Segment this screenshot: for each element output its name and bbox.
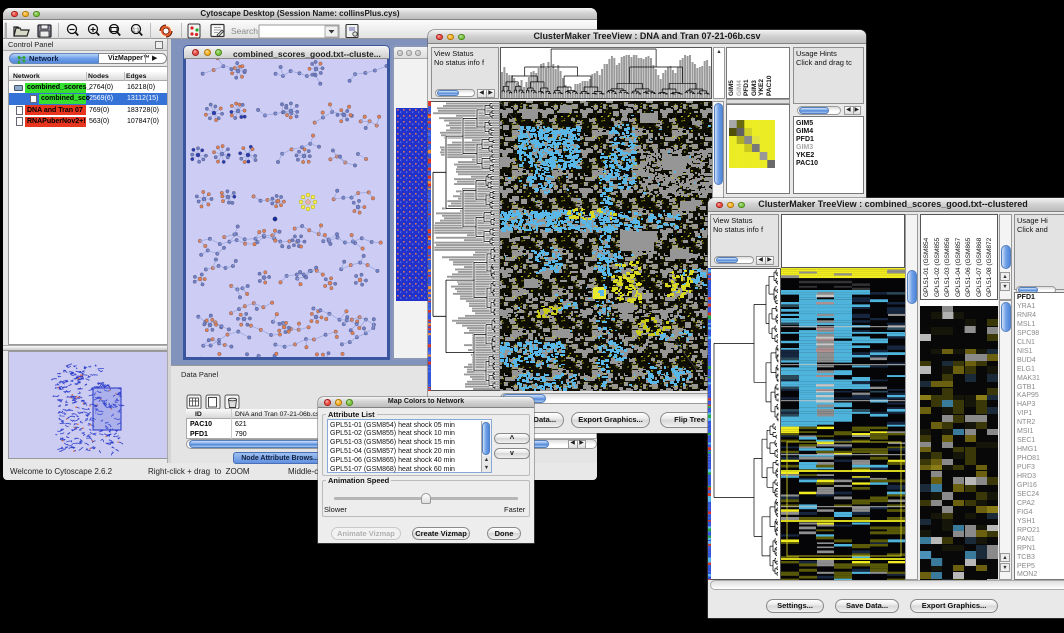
svg-text:1:1: 1:1 xyxy=(133,28,140,34)
svg-text:Search:: Search: xyxy=(231,26,260,36)
